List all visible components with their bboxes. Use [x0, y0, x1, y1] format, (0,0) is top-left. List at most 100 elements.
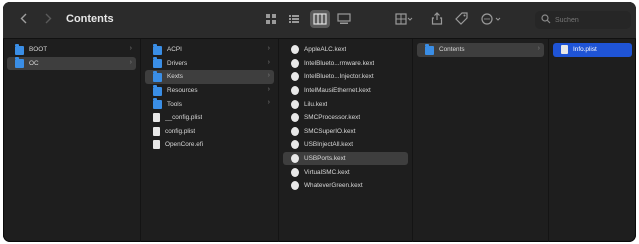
document-icon: [561, 45, 568, 55]
item-label: SMCProcessor.kext: [304, 114, 361, 122]
search-input[interactable]: [555, 12, 625, 28]
chevron-right-icon: [45, 13, 52, 24]
item-label: Resources: [167, 87, 198, 95]
list-item-kexts[interactable]: Kexts ›: [145, 70, 274, 84]
search-field[interactable]: [535, 11, 631, 29]
action-button[interactable]: [481, 12, 501, 26]
list-item-kext[interactable]: WhateverGreen.kext: [283, 179, 408, 193]
list-item-oc[interactable]: OC ›: [7, 56, 136, 71]
column-5[interactable]: Info.plist: [549, 39, 636, 242]
item-label: Tools: [167, 100, 182, 108]
item-label: OpenCore.efi: [165, 141, 204, 149]
item-label: AppleALC.kext: [304, 46, 347, 54]
search-icon: [541, 13, 551, 27]
toolbar: Contents: [3, 2, 636, 39]
columns-icon: [313, 13, 327, 25]
gallery-view-button[interactable]: [337, 12, 353, 26]
folder-icon: [153, 70, 162, 82]
icon-view-button[interactable]: [265, 12, 281, 26]
kext-icon: [291, 113, 299, 123]
item-label: Info.plist: [573, 46, 597, 54]
item-label: Kexts: [167, 73, 183, 81]
grid-icon: [266, 14, 276, 24]
window-title: Contents: [66, 13, 114, 25]
folder-icon: [153, 98, 162, 110]
kext-icon: [291, 181, 299, 191]
item-label: ACPI: [167, 46, 182, 54]
document-icon: [153, 140, 160, 150]
list-item-boot[interactable]: BOOT ›: [7, 43, 136, 57]
kext-icon: [291, 99, 299, 109]
list-item-kext[interactable]: IntelBlueto...Injector.kext: [283, 70, 408, 84]
list-item-info-plist[interactable]: Info.plist: [553, 43, 632, 57]
back-button[interactable]: [20, 13, 27, 27]
share-icon: [431, 12, 443, 25]
item-label: WhateverGreen.kext: [304, 182, 363, 190]
column-view-button[interactable]: [310, 10, 330, 28]
kext-icon: [291, 140, 299, 150]
kext-icon: [291, 167, 299, 177]
kext-icon: [291, 154, 299, 164]
list-item-config-backup[interactable]: __config.plist: [145, 111, 274, 125]
column-2[interactable]: ACPI › Drivers › Kexts › Resources › Too…: [141, 39, 279, 242]
list-item-kext[interactable]: VirtualSMC.kext: [283, 165, 408, 179]
item-label: BOOT: [29, 46, 48, 54]
item-label: __config.plist: [165, 114, 203, 122]
tag-icon: [455, 12, 468, 25]
list-item-drivers[interactable]: Drivers ›: [145, 57, 274, 71]
kext-icon: [291, 58, 299, 68]
item-label: USBInjectAll.kext: [304, 141, 354, 149]
gallery-icon: [337, 13, 351, 24]
folder-icon: [425, 43, 434, 55]
more-options-icon: [481, 13, 501, 25]
chevron-right-icon: ›: [267, 99, 270, 107]
item-label: OC: [29, 59, 39, 67]
kext-icon: [291, 72, 299, 82]
list-icon: [289, 15, 299, 23]
column-1[interactable]: BOOT › OC ›: [3, 39, 141, 242]
share-button[interactable]: [431, 12, 447, 26]
item-label: VirtualSMC.kext: [304, 168, 350, 176]
list-item-kext[interactable]: IntelMausiEthernet.kext: [283, 84, 408, 98]
list-item-contents[interactable]: Contents ›: [417, 43, 544, 57]
folder-icon: [153, 43, 162, 55]
list-view-button[interactable]: [288, 12, 304, 26]
document-icon: [153, 126, 160, 136]
folder-icon: [15, 43, 24, 55]
list-item-kext[interactable]: AppleALC.kext: [283, 43, 408, 57]
item-label: Contents: [439, 46, 465, 54]
group-button[interactable]: [395, 12, 413, 26]
finder-window: Contents Suchen BOOT › OC › ACPI › Drive…: [3, 2, 636, 242]
document-icon: [153, 113, 160, 123]
item-label: SMCSuperIO.kext: [304, 127, 356, 135]
list-item-acpi[interactable]: ACPI ›: [145, 43, 274, 57]
chevron-right-icon: ›: [267, 85, 270, 93]
folder-icon: [15, 57, 24, 69]
list-item-kext[interactable]: USBInjectAll.kext: [283, 138, 408, 152]
item-label: IntelBlueto...Injector.kext: [304, 73, 374, 81]
item-label: Drivers: [167, 59, 188, 67]
kext-icon: [291, 45, 299, 55]
folder-icon: [153, 84, 162, 96]
column-4[interactable]: Contents ›: [413, 39, 549, 242]
item-label: config.plist: [165, 127, 196, 135]
list-item-opencore-efi[interactable]: OpenCore.efi: [145, 138, 274, 152]
forward-button[interactable]: [45, 13, 52, 27]
column-3[interactable]: AppleALC.kext IntelBlueto...rmware.kext …: [279, 39, 413, 242]
list-item-resources[interactable]: Resources ›: [145, 84, 274, 98]
chevron-left-icon: [20, 13, 27, 24]
chevron-right-icon: ›: [267, 58, 270, 66]
item-label: IntelBlueto...rmware.kext: [304, 59, 375, 67]
list-item-kext[interactable]: SMCSuperIO.kext: [283, 125, 408, 139]
list-item-config[interactable]: config.plist: [145, 125, 274, 139]
list-item-kext-selected[interactable]: USBPorts.kext: [283, 151, 408, 166]
chevron-right-icon: ›: [537, 45, 540, 52]
list-item-kext[interactable]: SMCProcessor.kext: [283, 111, 408, 125]
list-item-kext[interactable]: IntelBlueto...rmware.kext: [283, 57, 408, 71]
tag-button[interactable]: [455, 12, 471, 26]
item-label: Lilu.kext: [304, 100, 328, 108]
list-item-kext[interactable]: Lilu.kext: [283, 97, 408, 111]
chevron-right-icon: ›: [129, 45, 132, 52]
item-label: IntelMausiEthernet.kext: [304, 87, 371, 95]
list-item-tools[interactable]: Tools ›: [145, 97, 274, 111]
